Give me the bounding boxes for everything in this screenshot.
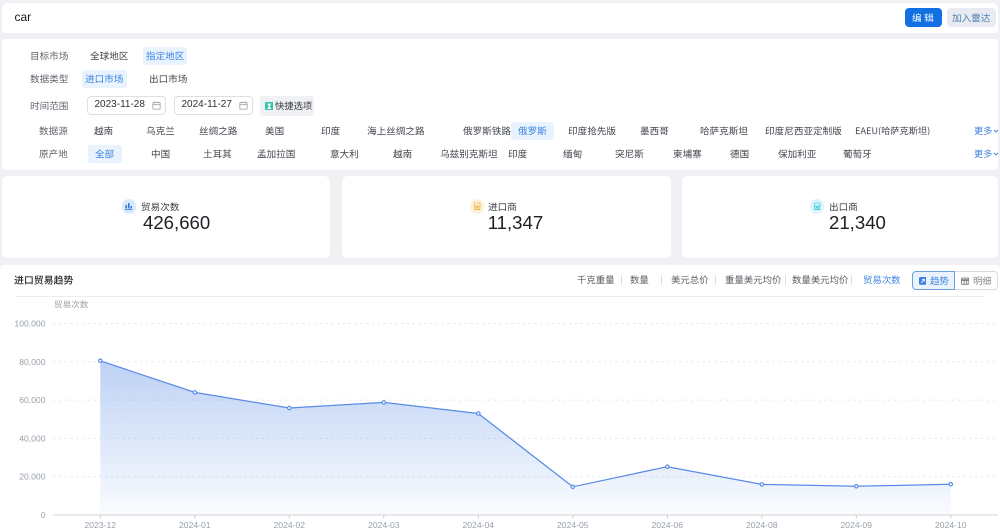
svg-text:2024-09: 2024-09 bbox=[841, 520, 873, 530]
svg-text:2024-05: 2024-05 bbox=[557, 520, 589, 530]
svg-text:2024-02: 2024-02 bbox=[274, 520, 306, 530]
svg-text:2024-10: 2024-10 bbox=[935, 520, 967, 530]
svg-text:20,000: 20,000 bbox=[19, 472, 46, 482]
svg-text:2024-06: 2024-06 bbox=[652, 520, 684, 530]
svg-text:80,000: 80,000 bbox=[19, 357, 46, 367]
svg-text:40,000: 40,000 bbox=[19, 433, 46, 443]
svg-text:2024-01: 2024-01 bbox=[179, 520, 211, 530]
svg-text:2024-08: 2024-08 bbox=[746, 520, 778, 530]
svg-text:2024-04: 2024-04 bbox=[463, 520, 495, 530]
svg-text:2023-12: 2023-12 bbox=[85, 520, 117, 530]
svg-text:100,000: 100,000 bbox=[14, 319, 45, 329]
svg-text:2024-03: 2024-03 bbox=[368, 520, 400, 530]
svg-text:0: 0 bbox=[41, 510, 46, 520]
svg-text:60,000: 60,000 bbox=[19, 395, 46, 405]
